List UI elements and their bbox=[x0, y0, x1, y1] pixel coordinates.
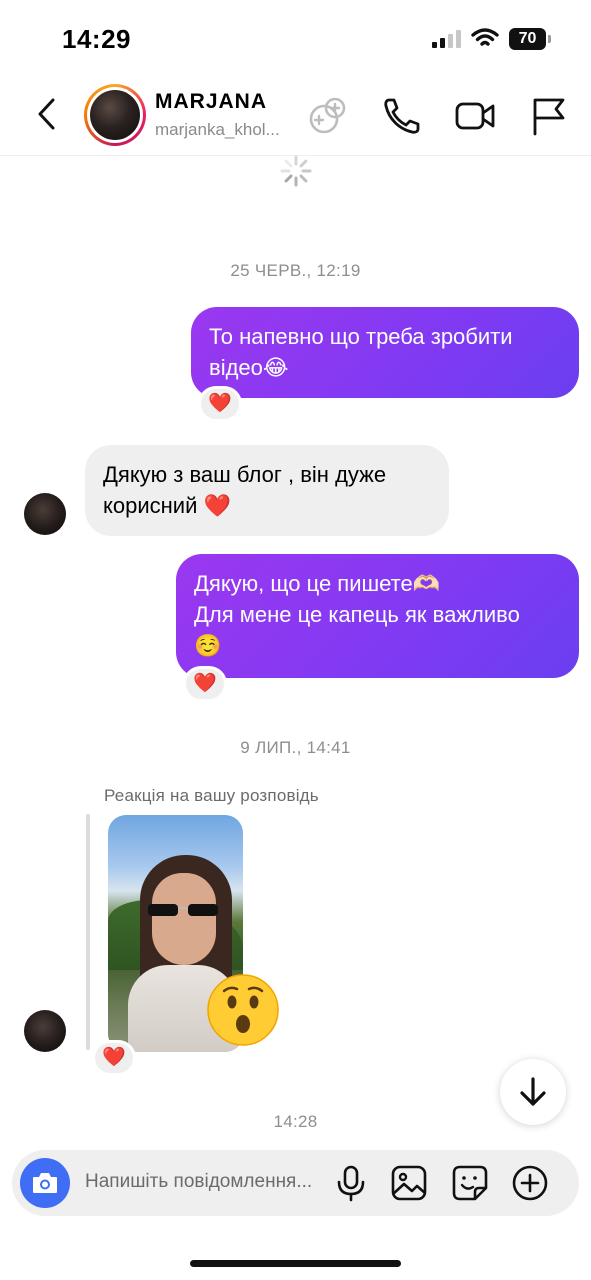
surprised-emoji-reaction bbox=[207, 974, 279, 1046]
message-input[interactable]: Напишіть повідомлення... bbox=[85, 1171, 312, 1193]
message-text-line: Дякую, що це пишете🫶🏻 bbox=[194, 571, 441, 596]
story-reply-bar bbox=[86, 814, 90, 1050]
contact-avatar-small[interactable] bbox=[24, 493, 66, 535]
outgoing-message[interactable]: То напевно що треба зробити відео😂 bbox=[191, 307, 579, 398]
timestamp-divider: 25 ЧЕРВ., 12:19 bbox=[230, 261, 361, 280]
heart-reaction[interactable]: ❤️ bbox=[92, 1040, 136, 1076]
contact-avatar-small[interactable] bbox=[24, 1010, 66, 1052]
chat-header: MARJANA marjanka_khol... bbox=[0, 78, 591, 156]
camera-button[interactable] bbox=[20, 1158, 70, 1208]
game-controller-icon[interactable] bbox=[306, 94, 350, 138]
status-time: 14:29 bbox=[62, 24, 131, 54]
message-text-line: Дякую з ваш блог , він дуже bbox=[103, 462, 387, 487]
message-composer: Напишіть повідомлення... bbox=[12, 1150, 579, 1216]
heart-reaction[interactable]: ❤️ bbox=[183, 666, 227, 702]
contact-handle[interactable]: marjanka_khol... bbox=[155, 120, 280, 140]
story-reaction-label: Реакція на вашу розповідь bbox=[104, 786, 319, 805]
status-bar: 14:29 70 bbox=[0, 0, 591, 78]
phone-call-icon[interactable] bbox=[380, 94, 424, 138]
timestamp-divider: 9 ЛИП., 14:41 bbox=[240, 738, 351, 757]
timestamp-divider: 14:28 bbox=[273, 1112, 318, 1131]
avatar-image bbox=[90, 90, 140, 140]
microphone-icon[interactable] bbox=[332, 1164, 370, 1202]
message-text-line: То напевно що треба зробити bbox=[209, 324, 513, 349]
wifi-icon bbox=[471, 28, 499, 46]
flag-icon[interactable] bbox=[527, 94, 571, 138]
contact-name[interactable]: MARJANA bbox=[155, 90, 267, 114]
loading-spinner-icon bbox=[280, 155, 312, 187]
home-indicator bbox=[190, 1260, 401, 1267]
message-text-line: ☺️ bbox=[194, 633, 222, 658]
battery-icon: 70 bbox=[509, 28, 551, 50]
message-text-line: відео😂 bbox=[209, 355, 289, 380]
incoming-message[interactable]: Дякую з ваш блог , він дуже корисний ❤️ bbox=[85, 445, 449, 536]
video-call-icon[interactable] bbox=[453, 94, 497, 138]
back-icon[interactable] bbox=[32, 94, 62, 134]
battery-level: 70 bbox=[509, 28, 546, 50]
outgoing-message[interactable]: Дякую, що це пишете🫶🏻 Для мене це капець… bbox=[176, 554, 579, 678]
heart-reaction[interactable]: ❤️ bbox=[198, 386, 242, 422]
profile-avatar[interactable] bbox=[84, 84, 146, 146]
arrow-down-icon bbox=[520, 1077, 546, 1106]
sticker-icon[interactable] bbox=[451, 1164, 489, 1202]
message-text-line: Для мене це капець як важливо bbox=[194, 602, 520, 627]
message-text-line: корисний ❤️ bbox=[103, 493, 231, 518]
gallery-icon[interactable] bbox=[390, 1164, 428, 1202]
camera-icon bbox=[33, 1173, 57, 1193]
cellular-signal-icon bbox=[432, 30, 461, 48]
plus-icon[interactable] bbox=[511, 1164, 549, 1202]
